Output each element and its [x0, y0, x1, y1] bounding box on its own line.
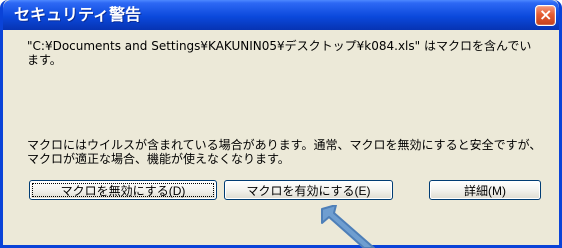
cursor-arrow-icon: [302, 205, 392, 248]
disable-macros-button[interactable]: マクロを無効にする(D): [29, 180, 217, 200]
cursor-arrow-shape: [321, 205, 375, 248]
enable-macros-button[interactable]: マクロを有効にする(E): [224, 180, 393, 200]
security-warning-dialog: セキュリティ警告 × "C:¥Documents and Settings¥KA…: [0, 0, 562, 248]
dialog-titlebar[interactable]: セキュリティ警告 ×: [3, 0, 559, 30]
dialog-button-row: マクロを無効にする(D) マクロを有効にする(E) 詳細(M): [29, 180, 541, 202]
macro-warning-text: マクロにはウイルスが含まれている場合があります。通常、マクロを無効にすると安全で…: [27, 138, 542, 166]
close-icon: ×: [539, 5, 553, 24]
dialog-title: セキュリティ警告: [14, 5, 142, 24]
cursor-arrow-svg: [321, 205, 375, 248]
screenshot-stage: セキュリティ警告 × "C:¥Documents and Settings¥KA…: [0, 0, 562, 248]
macro-file-message: "C:¥Documents and Settings¥KAKUNIN05¥デスク…: [27, 39, 532, 67]
close-button[interactable]: ×: [535, 5, 556, 26]
details-button[interactable]: 詳細(M): [429, 180, 541, 200]
